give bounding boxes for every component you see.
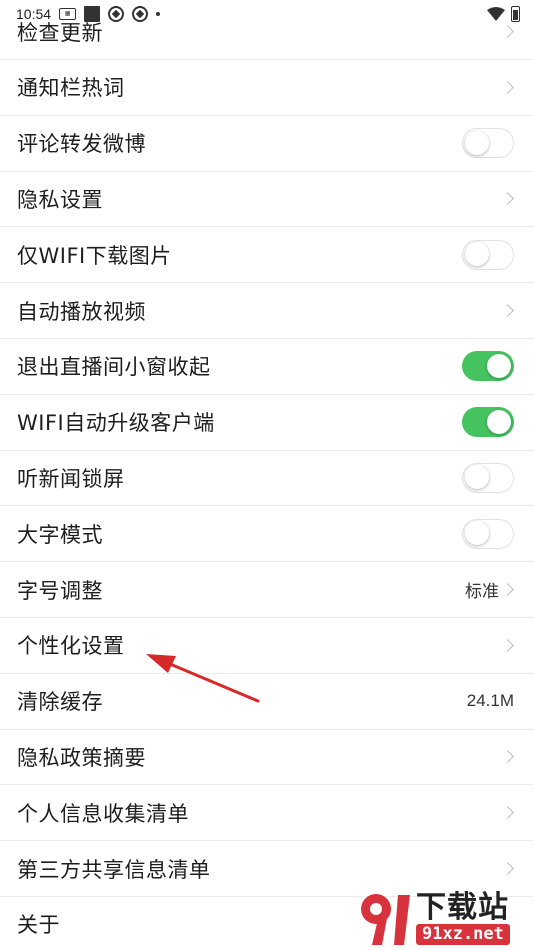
setting-value: 标准: [465, 582, 499, 602]
setting-label: 第三方共享信息清单: [17, 857, 211, 882]
chevron-right-icon: [501, 583, 514, 596]
more-notifications-dot-icon: [156, 12, 161, 16]
setting-label: 听新闻锁屏: [17, 466, 125, 491]
setting-label: 通知栏热词: [17, 76, 125, 101]
setting-row-comment-repost-weibo[interactable]: 评论转发微博: [0, 116, 534, 172]
setting-control: [462, 128, 514, 159]
watermark: 下载站 91xz.net: [350, 888, 530, 948]
setting-label: 退出直播间小窗收起: [17, 355, 211, 380]
setting-label: 大字模式: [17, 522, 103, 547]
chevron-right-icon: [501, 304, 514, 317]
setting-control: [462, 351, 514, 382]
setting-label: 隐私设置: [17, 187, 103, 212]
chevron-right-icon: [501, 192, 514, 206]
toggle-knob: [464, 242, 489, 267]
setting-control: [499, 862, 514, 875]
setting-label: 关于: [17, 913, 60, 938]
setting-control: 24.1M: [467, 691, 514, 711]
setting-control: [462, 518, 514, 549]
wifi-icon: [487, 7, 505, 21]
chevron-right-icon: [501, 862, 514, 875]
toggle-switch[interactable]: [462, 407, 514, 438]
setting-control: 标准: [465, 577, 514, 602]
setting-control: [499, 750, 514, 764]
setting-row-privacy-settings[interactable]: 隐私设置: [0, 172, 534, 228]
watermark-logo-icon: [361, 894, 410, 945]
setting-control: [499, 638, 514, 652]
setting-value: 24.1M: [466, 691, 514, 711]
toggle-knob: [486, 353, 511, 378]
setting-row-autoplay-video[interactable]: 自动播放视频: [0, 283, 534, 339]
toggle-switch[interactable]: [462, 239, 514, 270]
status-time: 10:54: [16, 6, 52, 22]
chevron-right-icon: [501, 806, 514, 820]
watermark-url: 91xz.net: [416, 923, 510, 945]
setting-label: 个性化设置: [17, 634, 125, 659]
setting-control: [462, 407, 514, 438]
toggle-knob: [486, 409, 511, 434]
setting-row-large-font-mode[interactable]: 大字模式: [0, 506, 534, 563]
setting-control: [499, 25, 514, 38]
setting-label: 个人信息收集清单: [17, 801, 189, 826]
setting-label: 清除缓存: [17, 690, 103, 715]
setting-row-personalization[interactable]: 个性化设置: [0, 618, 534, 674]
watermark-title: 下载站: [416, 889, 509, 925]
setting-label: WIFI自动升级客户端: [17, 411, 215, 436]
setting-label: 隐私政策摘要: [17, 745, 146, 770]
setting-control: [499, 192, 514, 206]
toggle-switch[interactable]: [462, 462, 514, 493]
toggle-switch[interactable]: [462, 518, 514, 549]
toggle-knob: [464, 465, 489, 490]
battery-icon: [511, 6, 520, 22]
notification-aperture-icon-2: [132, 6, 149, 22]
setting-row-font-size[interactable]: 字号调整 标准: [0, 562, 534, 618]
toggle-knob: [464, 130, 489, 155]
setting-label: 仅WIFI下载图片: [17, 243, 172, 268]
setting-row-personal-info-list[interactable]: 个人信息收集清单: [0, 785, 534, 842]
setting-row-live-mini-window[interactable]: 退出直播间小窗收起: [0, 339, 534, 395]
chevron-right-icon: [501, 750, 514, 764]
setting-row-news-lock-screen[interactable]: 听新闻锁屏: [0, 451, 534, 507]
setting-control: [499, 304, 514, 317]
setting-row-wifi-auto-upgrade[interactable]: WIFI自动升级客户端: [0, 395, 534, 451]
toggle-knob: [464, 521, 489, 546]
notification-square-icon: [84, 6, 101, 22]
setting-label: 字号调整: [17, 578, 103, 603]
setting-control: [462, 239, 514, 270]
setting-row-clear-cache[interactable]: 清除缓存 24.1M: [0, 674, 534, 730]
setting-label: 自动播放视频: [17, 299, 146, 324]
setting-row-notification-hot-words[interactable]: 通知栏热词: [0, 60, 534, 116]
toggle-switch[interactable]: [462, 351, 514, 382]
toggle-switch[interactable]: [462, 128, 514, 159]
chevron-right-icon: [501, 81, 514, 94]
setting-control: [499, 806, 514, 820]
notification-app-icon: ▦: [59, 8, 77, 20]
settings-list: 检查更新 通知栏热词 评论转发微博 隐私设置 仅WIFI下载图片 自动播放视频 退出直播间小…: [0, 4, 534, 950]
notification-aperture-icon: [108, 6, 125, 22]
chevron-right-icon: [501, 638, 514, 652]
setting-label: 评论转发微博: [17, 132, 146, 157]
setting-control: [462, 462, 514, 493]
setting-row-wifi-only-images[interactable]: 仅WIFI下载图片: [0, 227, 534, 284]
setting-control: [499, 81, 514, 94]
status-bar: 10:54 ▦: [0, 0, 534, 28]
setting-row-privacy-policy-summary[interactable]: 隐私政策摘要: [0, 730, 534, 786]
